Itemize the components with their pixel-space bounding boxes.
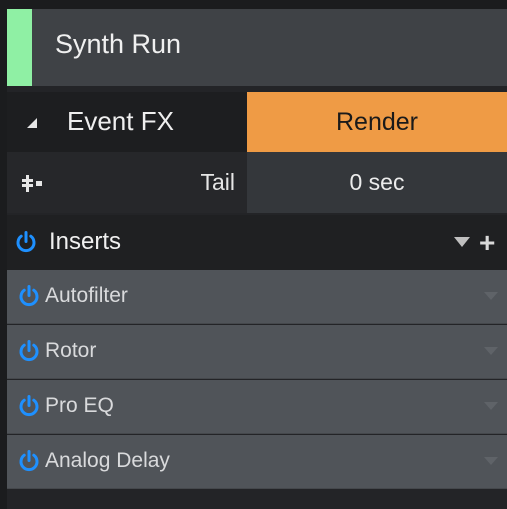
power-icon[interactable] — [18, 450, 40, 472]
dropdown-arrow-icon[interactable] — [484, 457, 498, 465]
tail-row: Tail 0 sec — [7, 152, 507, 213]
insert-label[interactable]: Autofilter — [45, 284, 128, 308]
insert-slot[interactable]: Rotor — [7, 325, 507, 379]
tail-label: Tail — [200, 169, 235, 195]
event-fx-row: Event FX Render — [7, 92, 507, 152]
track-header[interactable]: Synth Run — [7, 9, 507, 86]
dropdown-arrow-icon[interactable] — [484, 347, 498, 355]
power-icon[interactable] — [18, 395, 40, 417]
event-inspector-panel: Synth Run Event FX Render Tail 0 sec Ins… — [7, 9, 507, 509]
inserts-dropdown-arrow-icon[interactable] — [454, 237, 470, 247]
tail-icon — [22, 175, 42, 192]
inserts-label: Inserts — [49, 228, 122, 255]
track-name: Synth Run — [55, 29, 182, 59]
event-fx-label[interactable]: Event FX — [67, 106, 174, 137]
track-color-swatch — [7, 9, 32, 86]
insert-slot[interactable]: Autofilter — [7, 270, 507, 324]
insert-slot[interactable]: Pro EQ — [7, 380, 507, 434]
tail-value-field[interactable]: 0 sec — [247, 152, 507, 213]
power-icon[interactable] — [18, 340, 40, 362]
collapse-triangle-icon[interactable] — [27, 118, 37, 128]
insert-label[interactable]: Rotor — [45, 339, 96, 363]
render-button[interactable]: Render — [247, 92, 507, 152]
insert-label[interactable]: Analog Delay — [45, 449, 170, 473]
dropdown-arrow-icon[interactable] — [484, 292, 498, 300]
inserts-power-icon[interactable] — [15, 231, 37, 253]
power-icon[interactable] — [18, 285, 40, 307]
inserts-header: Inserts + — [7, 215, 507, 270]
dropdown-arrow-icon[interactable] — [484, 402, 498, 410]
insert-label[interactable]: Pro EQ — [45, 394, 114, 418]
panel-footer — [7, 491, 507, 509]
add-insert-plus-icon[interactable]: + — [479, 227, 495, 259]
insert-slot[interactable]: Analog Delay — [7, 435, 507, 489]
